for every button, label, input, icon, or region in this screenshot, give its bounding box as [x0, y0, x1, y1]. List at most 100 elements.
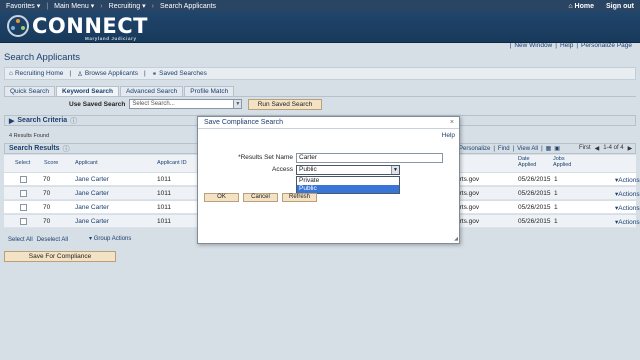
menu-label: Search Applicants — [160, 2, 217, 10]
row-actions-menu[interactable]: ▾Actions — [615, 204, 640, 212]
cell-applicant[interactable]: Jane Carter — [75, 204, 109, 211]
menu-label: Favorites — [6, 2, 35, 10]
resize-handle-icon[interactable]: ◢ — [454, 236, 458, 242]
separator: | — [493, 145, 495, 152]
selection-links: Select All Deselect All — [8, 237, 68, 243]
access-dropdown-list: Private Public — [296, 176, 400, 194]
run-saved-search-button[interactable]: Run Saved Search — [248, 99, 322, 110]
access-select[interactable]: Public ▼ — [296, 165, 400, 175]
dialog-title-bar[interactable]: Save Compliance Search × — [198, 117, 459, 129]
chevron-down-icon: ▾ — [142, 3, 146, 10]
menu-main-menu[interactable]: Main Menu ▾ — [48, 2, 100, 11]
chevron-down-icon: ▼ — [233, 100, 242, 108]
menu-search-applicants[interactable]: Search Applicants — [154, 3, 222, 10]
access-option-public[interactable]: Public — [297, 185, 399, 193]
saved-search-label: Use Saved Search — [69, 100, 126, 108]
top-menu-bar: Favorites ▾ | Main Menu ▾ › Recruiting ▾ › … — [0, 0, 640, 12]
dialog-title: Save Compliance Search — [204, 119, 283, 126]
help-circle-icon[interactable]: ⓘ — [70, 116, 77, 126]
col-date-applied[interactable]: Date Applied — [518, 156, 546, 168]
row-checkbox[interactable] — [20, 176, 27, 183]
ok-button[interactable]: OK — [204, 193, 239, 202]
saved-search-select[interactable]: Select Search... ▼ — [129, 99, 243, 109]
cell-applicant-id: 1011 — [157, 204, 171, 211]
row-actions-menu[interactable]: ▾Actions — [615, 190, 640, 198]
recruiting-nav: ⌂ Recruiting Home | ♙ Browse Applicants | … — [4, 67, 636, 80]
view-all-link[interactable]: View All — [517, 146, 538, 152]
save-for-compliance-button[interactable]: Save For Compliance — [4, 251, 116, 262]
browse-applicants-link[interactable]: ♙ Browse Applicants — [77, 70, 138, 78]
cell-date: 05/26/2015 — [518, 190, 551, 197]
cell-applicant[interactable]: Jane Carter — [75, 218, 109, 225]
row-checkbox[interactable] — [20, 190, 27, 197]
personalize-page-link[interactable]: Personalize Page — [581, 42, 632, 49]
saved-searches-link[interactable]: ⚭ Saved Searches — [152, 70, 207, 78]
cell-applicant[interactable]: Jane Carter — [75, 190, 109, 197]
tab-divider — [4, 96, 636, 97]
home-link[interactable]: ⌂ Home — [568, 3, 594, 10]
tab-keyword-search[interactable]: Keyword Search — [56, 86, 119, 96]
tab-advanced-search[interactable]: Advanced Search — [119, 86, 184, 96]
separator: | — [144, 70, 146, 77]
new-window-link[interactable]: New Window — [514, 42, 552, 49]
save-compliance-search-dialog: Save Compliance Search × Help *Results S… — [197, 116, 460, 244]
refresh-button[interactable]: Refresh — [282, 193, 317, 202]
brand-banner: CONNECT Maryland Judiciary — [0, 12, 640, 43]
separator: | — [69, 70, 72, 77]
col-applicant[interactable]: Applicant — [75, 160, 98, 166]
chevron-down-icon: ▼ — [391, 166, 399, 174]
recruiting-home-link[interactable]: ⌂ Recruiting Home — [9, 70, 63, 77]
prev-icon[interactable]: ◀ — [595, 145, 600, 152]
link-label: Browse Applicants — [84, 70, 139, 77]
person-icon: ♙ — [77, 70, 83, 78]
cell-applicant-id: 1011 — [157, 218, 171, 225]
download-grid-icon[interactable]: ▦ — [546, 145, 552, 152]
tab-quick-search[interactable]: Quick Search — [4, 86, 56, 96]
logo: CONNECT — [6, 14, 148, 38]
separator: | — [555, 42, 557, 49]
cancel-button[interactable]: Cancel — [243, 193, 278, 202]
close-icon[interactable]: × — [450, 117, 454, 129]
brand-subtitle: Maryland Judiciary — [85, 36, 137, 41]
find-link[interactable]: Find — [498, 146, 510, 152]
menu-recruiting[interactable]: Recruiting ▾ — [103, 2, 152, 11]
col-jobs-applied[interactable]: Jobs Applied — [553, 156, 575, 168]
col-applicant-id[interactable]: Applicant ID — [157, 160, 187, 166]
saved-search-row: Use Saved Search Select Search... ▼ — [69, 99, 243, 109]
results-set-name-input[interactable]: Carter — [296, 153, 443, 163]
cell-applicant[interactable]: Jane Carter — [75, 176, 109, 183]
cell-date: 05/26/2015 — [518, 218, 551, 225]
home-label: Home — [574, 2, 594, 10]
next-icon[interactable]: ▶ — [628, 145, 633, 152]
row-checkbox[interactable] — [20, 204, 27, 211]
pager-range: 1-4 of 4 — [603, 145, 624, 151]
expand-triangle-icon: ▶ — [9, 117, 15, 125]
pager: First ◀ 1-4 of 4 ▶ — [579, 145, 632, 152]
cell-jobs: 1 — [554, 204, 558, 211]
select-all-link[interactable]: Select All — [8, 237, 33, 243]
actions-label: Actions — [618, 205, 640, 212]
group-actions-menu[interactable]: ▾ Group Actions — [89, 235, 131, 242]
results-count: 4 Results Found — [9, 133, 50, 139]
tab-profile-match[interactable]: Profile Match — [184, 86, 235, 96]
menu-favorites[interactable]: Favorites ▾ — [0, 2, 46, 11]
cell-jobs: 1 — [554, 176, 558, 183]
dialog-help-link[interactable]: Help — [442, 132, 455, 139]
access-option-private[interactable]: Private — [297, 177, 399, 185]
pager-first[interactable]: First — [579, 145, 591, 152]
row-checkbox[interactable] — [20, 218, 27, 225]
deselect-all-link[interactable]: Deselect All — [37, 237, 68, 243]
row-actions-menu[interactable]: ▾Actions — [615, 218, 640, 226]
group-actions-label: Group Actions — [93, 236, 132, 242]
signout-link[interactable]: Sign out — [606, 3, 634, 10]
cell-score: 70 — [43, 218, 51, 225]
col-score[interactable]: Score — [44, 160, 58, 166]
personalize-link[interactable]: Personalize — [459, 146, 490, 152]
row-actions-menu[interactable]: ▾Actions — [615, 176, 640, 184]
help-link[interactable]: Help — [560, 42, 573, 49]
help-circle-icon[interactable]: ⓘ — [63, 144, 70, 154]
dialog-buttons: OK Cancel Refresh — [204, 193, 317, 202]
cell-jobs: 1 — [554, 190, 558, 197]
binoculars-icon: ⚭ — [151, 70, 158, 78]
zoom-grid-icon[interactable]: ▣ — [554, 145, 560, 152]
